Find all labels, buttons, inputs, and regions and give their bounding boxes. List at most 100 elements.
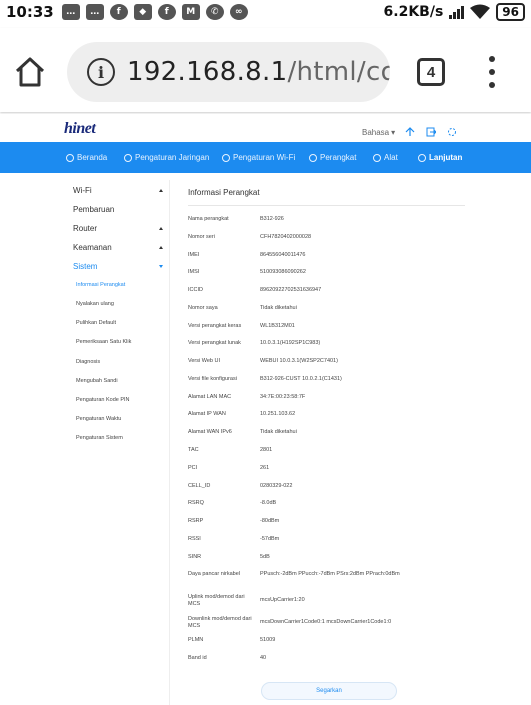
messages-icon: … [61,4,80,20]
nav-item-beranda[interactable]: Beranda [66,142,107,173]
info-value: PPusch:-2dBm PPucch:-7dBm PSrs:2dBm PPra… [260,571,400,577]
info-key: CELL_ID [188,483,211,489]
refresh-button[interactable]: Segarkan [261,682,397,700]
facebook-icon: f [109,4,128,20]
info-value: 5dB [260,554,270,560]
info-value: -8.0dB [260,500,277,506]
url-text[interactable]: 192.168.8.1/html/conte [127,57,390,87]
info-value: Tidak diketahui [260,429,297,435]
info-key: Versi perangkat lunak [188,340,241,346]
info-key: Alamat IP WAN [188,411,226,417]
caret-up-icon [159,246,163,249]
nav-item-alat[interactable]: Alat [373,142,398,173]
whatsapp-icon: ✆ [205,4,224,20]
info-value: 89620922702531636947 [260,287,322,293]
nav-item-perangkat[interactable]: Perangkat [309,142,356,173]
sidebar-sub-pengaturan-kode-pin[interactable]: Pengaturan Kode PIN [76,397,130,403]
header-icons [405,127,457,137]
nav-item-pengaturan-wifi[interactable]: Pengaturan Wi-Fi [222,142,295,173]
main-nav: Beranda Pengaturan Jaringan Pengaturan W… [0,142,531,173]
sidebar-sub-pengaturan-sistem[interactable]: Pengaturan Sistem [76,435,123,441]
info-value: -57dBm [260,536,280,542]
info-key: Versi Web UI [188,358,220,364]
info-key: Alamat LAN MAC [188,394,232,400]
sidebar-sub-pengaturan-waktu[interactable]: Pengaturan Waktu [76,416,121,422]
wifi-icon [222,153,230,162]
signal-icon [449,5,465,19]
sidebar-item-keamanan[interactable]: Keamanan [73,243,163,252]
sidebar: Wi-Fi Pembaruan Router Keamanan Sistem I… [65,180,170,705]
info-value: mcsUpCarrier1:20 [260,597,305,603]
nav-label: Alat [384,153,398,162]
nav-label: Pengaturan Jaringan [135,153,210,162]
info-key: Daya pancar nirkabel [188,571,240,577]
site-info-icon[interactable]: i [87,58,115,86]
sidebar-sub-mengubah-sandi[interactable]: Mengubah Sandi [76,378,118,384]
info-value: -80dBm [260,518,280,524]
home-icon[interactable] [12,54,48,90]
sidebar-sub-nyalakan-ulang[interactable]: Nyalakan ulang [76,301,114,307]
info-value: mcsDownCarrier1Code0:1 mcsDownCarrier1Co… [260,619,392,625]
upload-icon[interactable] [405,127,415,137]
overflow-menu-icon[interactable] [486,56,498,88]
clock: 10:33 [6,3,54,21]
notification-icons: … … f ◆ f M ✆ ∞ [61,4,248,20]
sidebar-item-router[interactable]: Router [73,224,163,233]
status-bar: 10:33 … … f ◆ f M ✆ ∞ 6.2KB/s 96 [0,0,531,24]
info-key: Versi file konfigurasi [188,376,237,382]
info-key: Band id [188,655,207,661]
info-key: Nomor seri [188,234,215,240]
info-value: B312-926-CUST 10.0.2.1(C1431) [260,376,342,382]
nav-label: Pengaturan Wi-Fi [233,153,296,162]
sidebar-item-pembaruan[interactable]: Pembaruan [73,205,163,214]
info-key: Alamat WAN IPv6 [188,429,232,435]
sidebar-sub-diagnosis[interactable]: Diagnosis [76,359,100,365]
info-value: 0280329-022 [260,483,293,489]
home-icon [66,153,74,162]
info-value: 261 [260,465,270,471]
info-key: Nomor saya [188,305,218,311]
gear-icon [418,153,426,162]
nav-label: Beranda [77,153,108,162]
info-key: TAC [188,447,199,453]
globe-icon [124,153,132,162]
sidebar-item-sistem[interactable]: Sistem [73,262,163,271]
nav-item-pengaturan-jaringan[interactable]: Pengaturan Jaringan [124,142,209,173]
nav-label: Perangkat [320,153,357,162]
sidebar-sub-pemeriksaan-satu-klik[interactable]: Pemeriksaan Satu Klik [76,339,131,345]
facebook-icon: f [157,4,176,20]
info-key: IMEI [188,252,200,258]
info-value: 510093086090262 [260,269,306,275]
info-key: Nama perangkat [188,216,229,222]
sidebar-item-wifi[interactable]: Wi-Fi [73,186,163,195]
info-key: ICCID [188,287,203,293]
nav-item-lanjutan[interactable]: Lanjutan [418,142,462,173]
caret-down-icon [159,265,163,268]
info-key: Uplink mod/demod dari MCS [188,594,245,607]
loading-icon [448,128,456,136]
address-bar[interactable]: i 192.168.8.1/html/conte [67,42,390,102]
maps-icon: ◆ [133,4,152,20]
messages-icon: … [85,4,104,20]
browser-toolbar: i 192.168.8.1/html/conte 4 [0,28,531,112]
logout-icon[interactable] [426,127,436,137]
info-key: Downlink mod/demod dari MCS [188,616,252,629]
sidebar-label: Pembaruan [73,205,115,214]
network-speed: 6.2KB/s [383,4,444,20]
info-key: RSRQ [188,500,204,506]
tab-switcher-button[interactable]: 4 [417,58,445,86]
sidebar-label: Sistem [73,262,98,271]
info-value: WEBUI 10.0.3.1(W2SP2C7401) [260,358,338,364]
tools-icon [373,153,381,162]
language-selector[interactable]: Bahasa ▾ [362,128,395,137]
brand-logo: hinet [64,120,96,137]
info-value: Tidak diketahui [260,305,297,311]
devices-icon [309,153,317,162]
sidebar-sub-informasi-perangkat[interactable]: Informasi Perangkat [76,282,125,288]
battery-indicator: 96 [496,3,525,21]
sidebar-label: Keamanan [73,243,112,252]
tripadvisor-icon: ∞ [229,4,248,20]
info-value: 40 [260,655,267,661]
sidebar-sub-pulihkan-default[interactable]: Pulihkan Default [76,320,116,326]
info-key: IMSI [188,269,200,275]
